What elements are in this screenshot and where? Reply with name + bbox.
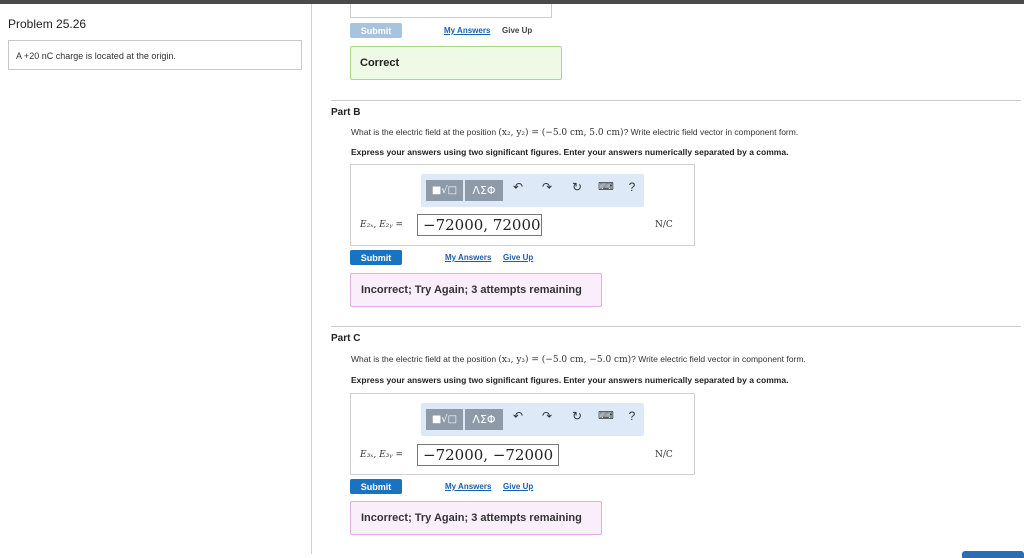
part-c-question: What is the electric field at the positi… xyxy=(351,354,806,365)
part-b-answer-input[interactable]: −72000, 72000 xyxy=(417,214,542,236)
part-a-feedback: Correct xyxy=(350,46,562,80)
part-c-unit: N/C xyxy=(655,450,673,460)
part-b-question-math: (x₂, y₂) = (−5.0 cm, 5.0 cm) xyxy=(498,128,624,138)
undo-icon[interactable]: ↶ xyxy=(510,180,526,194)
part-c-give-up-link[interactable]: Give Up xyxy=(503,482,533,491)
part-a-my-answers-link[interactable]: My Answers xyxy=(444,26,490,35)
part-b-my-answers-link[interactable]: My Answers xyxy=(445,253,491,262)
part-b-question-pre: What is the electric field at the positi… xyxy=(351,127,499,137)
part-c-answer-box: ■√□ ΛΣΦ ↶ ↷ ↻ ⌨ ? E₃ₓ, E₃ᵧ = −72000, −72… xyxy=(350,393,695,475)
part-c-answer-label: E₃ₓ, E₃ᵧ = xyxy=(360,450,404,460)
part-b-give-up-link[interactable]: Give Up xyxy=(503,253,533,262)
part-b-answer-label: E₂ₓ, E₂ᵧ = xyxy=(360,220,404,230)
part-c-answer-input[interactable]: −72000, −72000 xyxy=(417,444,559,466)
part-c-question-post: ? Write electric field vector in compone… xyxy=(631,354,806,364)
help-icon[interactable]: ? xyxy=(624,409,640,423)
part-b-unit: N/C xyxy=(655,220,673,230)
problem-statement: A +20 nC charge is located at the origin… xyxy=(8,40,302,70)
part-c-instruction: Express your answers using two significa… xyxy=(351,375,789,385)
keyboard-icon[interactable]: ⌨ xyxy=(598,180,614,193)
part-b-question: What is the electric field at the positi… xyxy=(351,127,798,138)
problem-panel: Problem 25.26 A +20 nC charge is located… xyxy=(0,4,312,554)
templates-icon: ■√□ xyxy=(431,185,458,196)
part-b-math-toolbar: ■√□ ΛΣΦ ↶ ↷ ↻ ⌨ ? xyxy=(421,174,644,207)
redo-icon[interactable]: ↷ xyxy=(539,409,555,423)
redo-icon[interactable]: ↷ xyxy=(539,180,555,194)
part-b-templates-button[interactable]: ■√□ xyxy=(426,180,463,201)
part-a-submit-button[interactable]: Submit xyxy=(350,23,402,38)
continue-button[interactable] xyxy=(962,551,1024,558)
part-a-answer-box-edge xyxy=(350,4,552,18)
help-icon[interactable]: ? xyxy=(624,180,640,194)
reset-icon[interactable]: ↻ xyxy=(569,409,585,423)
main-content: Submit My Answers Give Up Correct Part B… xyxy=(313,4,1024,558)
undo-icon[interactable]: ↶ xyxy=(510,409,526,423)
part-c-submit-button[interactable]: Submit xyxy=(350,479,402,494)
keyboard-icon[interactable]: ⌨ xyxy=(598,409,614,422)
part-b-divider xyxy=(331,100,1021,101)
part-c-divider xyxy=(331,326,1021,327)
part-b-answer-box: ■√□ ΛΣΦ ↶ ↷ ↻ ⌨ ? E₂ₓ, E₂ᵧ = −72000, 720… xyxy=(350,164,695,246)
part-c-label: Part C xyxy=(331,333,361,344)
part-c-question-math: (x₃, y₃) = (−5.0 cm, −5.0 cm) xyxy=(498,355,632,365)
part-b-instruction: Express your answers using two significa… xyxy=(351,147,789,157)
part-c-templates-button[interactable]: ■√□ xyxy=(426,409,463,430)
reset-icon[interactable]: ↻ xyxy=(569,180,585,194)
part-b-symbols-button[interactable]: ΛΣΦ xyxy=(465,180,503,201)
part-b-feedback: Incorrect; Try Again; 3 attempts remaini… xyxy=(350,273,602,307)
part-b-question-post: ? Write electric field vector in compone… xyxy=(623,127,799,137)
problem-title: Problem 25.26 xyxy=(8,17,87,31)
part-c-symbols-button[interactable]: ΛΣΦ xyxy=(465,409,503,430)
part-b-submit-button[interactable]: Submit xyxy=(350,250,402,265)
part-b-label: Part B xyxy=(331,107,361,118)
part-a-give-up-link[interactable]: Give Up xyxy=(502,26,532,35)
part-c-feedback: Incorrect; Try Again; 3 attempts remaini… xyxy=(350,501,602,535)
part-c-my-answers-link[interactable]: My Answers xyxy=(445,482,491,491)
part-c-question-pre: What is the electric field at the positi… xyxy=(351,354,499,364)
templates-icon: ■√□ xyxy=(431,414,458,425)
part-c-math-toolbar: ■√□ ΛΣΦ ↶ ↷ ↻ ⌨ ? xyxy=(421,403,644,436)
